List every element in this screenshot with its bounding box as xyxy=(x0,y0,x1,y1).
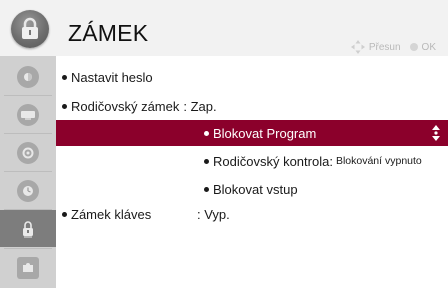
sidebar-item-settings[interactable] xyxy=(0,134,56,171)
menu-item-value: : Zap. xyxy=(183,98,217,114)
menu-item-label: Blokovat vstup xyxy=(213,181,298,197)
sidebar-item-picture[interactable] xyxy=(0,58,56,95)
bullet-icon xyxy=(204,130,209,136)
page-title: ZÁMEK xyxy=(68,20,149,46)
hint-move-label: Přesun xyxy=(368,41,401,53)
time-icon xyxy=(17,179,39,202)
lock-icon xyxy=(17,218,39,240)
menu-item-key-lock[interactable]: Zámek kláves : Vyp. xyxy=(56,201,448,227)
lock-menu-list: Nastavit heslo Rodičovský zámek : Zap. B… xyxy=(56,56,448,288)
sidebar-item-screen[interactable] xyxy=(0,96,56,133)
picture-icon xyxy=(17,65,39,88)
tv-menu-screen: ZÁMEK Přesun OK Nastavit heslo Rodičovsk… xyxy=(0,0,448,288)
menu-item-block-program[interactable]: Blokovat Program xyxy=(56,120,448,146)
option-icon xyxy=(17,256,39,279)
move-arrows-icon xyxy=(350,40,365,54)
menu-item-label: Rodičovský zámek xyxy=(71,98,180,114)
settings-icon xyxy=(17,141,39,164)
menu-item-parental-lock[interactable]: Rodičovský zámek : Zap. xyxy=(56,93,448,119)
navigation-hint: Přesun OK xyxy=(350,40,436,54)
menu-item-label: Nastavit heslo xyxy=(71,69,153,85)
menu-item-label: Blokovat Program xyxy=(213,125,317,141)
menu-item-value: Blokování vypnuto xyxy=(335,155,422,167)
sidebar-item-option[interactable] xyxy=(0,249,56,286)
sidebar-item-lock[interactable] xyxy=(0,210,56,247)
category-sidebar xyxy=(0,56,56,288)
menu-item-set-password[interactable]: Nastavit heslo xyxy=(56,64,448,90)
menu-item-parental-control[interactable]: Rodičovský kontrola: Blokování vypnuto xyxy=(56,148,448,174)
menu-item-value: : Vyp. xyxy=(197,206,230,222)
up-down-arrow-icon xyxy=(432,125,440,141)
sidebar-item-time[interactable] xyxy=(0,172,56,209)
menu-item-label: Rodičovský kontrola: xyxy=(213,153,333,169)
bullet-icon xyxy=(62,103,67,109)
menu-header: ZÁMEK Přesun OK xyxy=(0,0,448,56)
bullet-icon xyxy=(204,186,209,192)
bullet-icon xyxy=(62,74,67,80)
hint-ok-label: OK xyxy=(421,41,436,53)
bullet-icon xyxy=(62,211,67,217)
bullet-icon xyxy=(204,158,209,164)
ok-button-icon xyxy=(409,43,418,51)
screen-icon xyxy=(17,103,39,126)
menu-item-label: Zámek kláves xyxy=(71,206,152,222)
lock-icon xyxy=(11,10,49,48)
menu-item-block-input[interactable]: Blokovat vstup xyxy=(56,176,448,202)
